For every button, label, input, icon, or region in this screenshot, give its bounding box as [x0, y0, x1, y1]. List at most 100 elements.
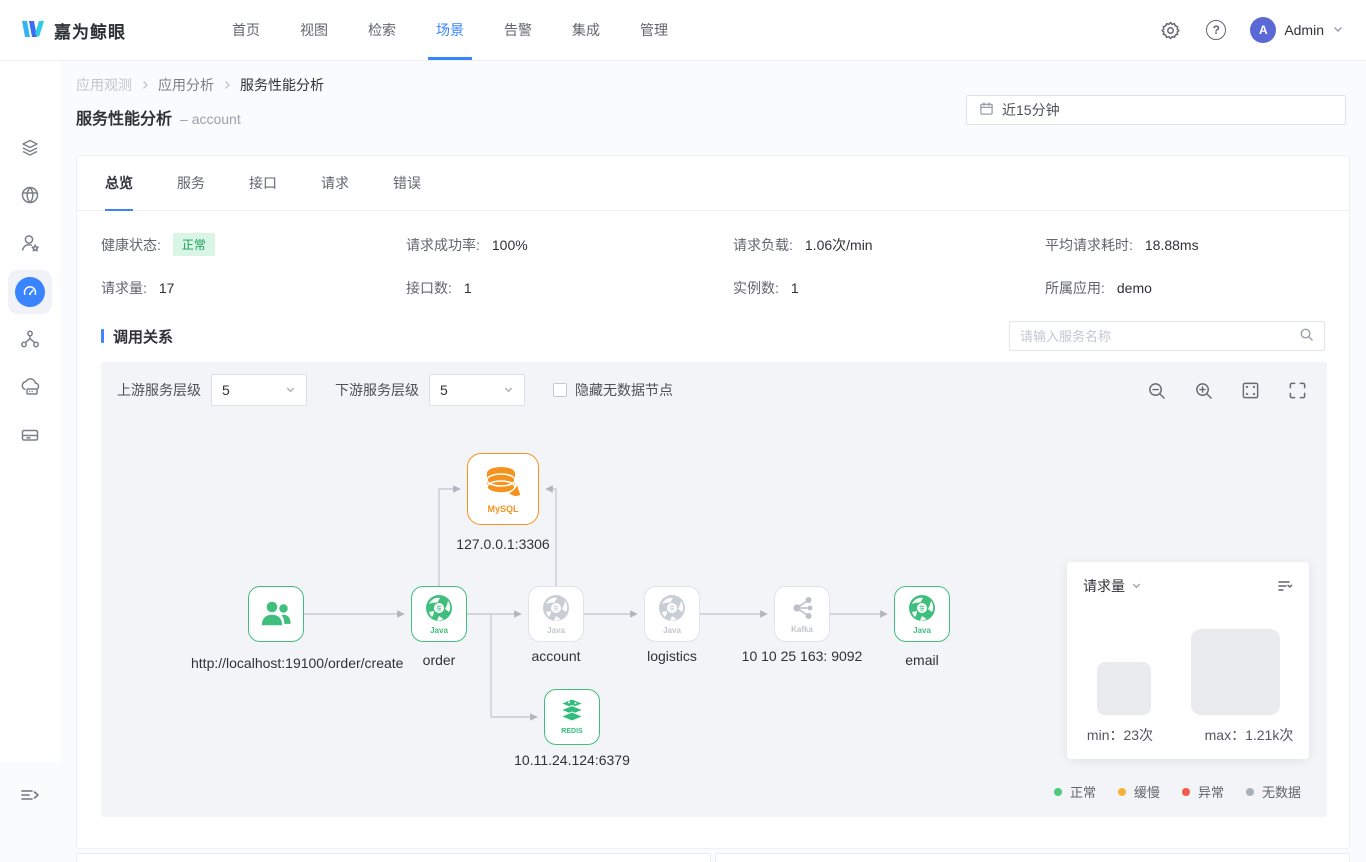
hide-nodata-label: 隐藏无数据节点 — [575, 380, 673, 400]
node-label-email: email — [905, 652, 938, 668]
legend-min-text: min：23次 — [1072, 725, 1168, 745]
logo-text: 嘉为鲸眼 — [54, 18, 126, 43]
bottom-right-card-stub — [715, 853, 1350, 862]
zoom-in-icon[interactable] — [1194, 381, 1213, 400]
legend-min-square — [1097, 662, 1151, 715]
page-subtitle: – account — [180, 111, 241, 127]
graph-node-email[interactable]: Java — [894, 586, 950, 642]
breadcrumb-item-analysis[interactable]: 应用分析 — [158, 75, 214, 95]
globe-icon — [19, 184, 41, 209]
fullscreen-icon[interactable] — [1288, 381, 1307, 400]
sidebar-item-globe[interactable] — [8, 174, 52, 218]
graph-node-mysql[interactable]: MySQL — [467, 453, 539, 525]
java-service-icon — [657, 593, 687, 626]
node-label-kafka: 10 10 25 163: 9092 — [742, 648, 863, 664]
upstream-depth-select[interactable]: 5 — [211, 374, 307, 406]
status-badge: 正常 — [173, 233, 215, 256]
avatar: A — [1250, 17, 1276, 43]
tab-endpoints[interactable]: 接口 — [249, 156, 277, 210]
graph-node-kafka[interactable]: Kafka — [774, 586, 830, 642]
node-label-account: account — [531, 648, 580, 664]
time-range-picker[interactable]: 近15分钟 — [966, 95, 1346, 125]
users-icon — [259, 598, 293, 631]
graph-node-order[interactable]: Java — [411, 586, 467, 642]
node-label-mysql: 127.0.0.1:3306 — [456, 536, 549, 552]
upstream-depth-label: 上游服务层级 — [117, 380, 201, 400]
nav-item-search[interactable]: 检索 — [354, 0, 410, 60]
graph-node-redis[interactable]: REDIS — [544, 689, 600, 745]
stat-load: 请求负载: 1.06次/min — [733, 233, 1045, 256]
tab-requests[interactable]: 请求 — [321, 156, 349, 210]
graph-controls: 上游服务层级 5 下游服务层级 5 隐藏无数据节点 — [117, 374, 1307, 406]
nodata-dot — [1246, 788, 1254, 796]
top-header: 嘉为鲸眼 首页 视图 检索 场景 告警 集成 管理 ? A Admin — [0, 0, 1366, 60]
legend-item-error: 异常 — [1182, 782, 1224, 801]
breadcrumb-separator-icon — [140, 77, 150, 93]
stat-health: 健康状态: 正常 — [101, 233, 406, 256]
status-legend: 正常 缓慢 异常 无数据 — [1054, 782, 1301, 801]
nav-item-alerts[interactable]: 告警 — [490, 0, 546, 60]
section-title: 调用关系 — [101, 326, 173, 347]
legend-item-normal: 正常 — [1054, 782, 1096, 801]
breadcrumb-item-current: 服务性能分析 — [240, 75, 324, 95]
search-icon[interactable] — [1299, 327, 1314, 345]
settings-gear-icon[interactable] — [1158, 18, 1182, 42]
stat-avg-latency: 平均请求耗时: 18.88ms — [1045, 233, 1325, 256]
sidebar-item-layers[interactable] — [8, 126, 52, 170]
sidebar-item-topology[interactable] — [8, 318, 52, 362]
redis-icon — [557, 698, 587, 727]
graph-node-entry[interactable] — [248, 586, 304, 642]
user-name: Admin — [1284, 22, 1324, 38]
nav-item-admin[interactable]: 管理 — [626, 0, 682, 60]
help-icon[interactable]: ? — [1204, 18, 1228, 42]
downstream-depth-select[interactable]: 5 — [429, 374, 525, 406]
legend-sort-icon[interactable] — [1277, 579, 1293, 593]
sidebar-collapse-button[interactable] — [18, 784, 42, 808]
fit-view-icon[interactable] — [1241, 381, 1260, 400]
error-dot — [1182, 788, 1190, 796]
call-graph-panel: 上游服务层级 5 下游服务层级 5 隐藏无数据节点 — [101, 362, 1327, 817]
user-menu[interactable]: A Admin — [1250, 17, 1344, 43]
host-icon — [19, 424, 41, 449]
node-label-logistics: logistics — [647, 648, 697, 664]
overview-card: 总览 服务 接口 请求 错误 健康状态: 正常 请求成功率: 100% 请求负载… — [76, 155, 1350, 849]
main-nav: 首页 视图 检索 场景 告警 集成 管理 — [212, 0, 688, 60]
nav-item-integration[interactable]: 集成 — [558, 0, 614, 60]
bottom-left-card-stub — [76, 853, 711, 862]
sidebar-item-user-star[interactable] — [8, 222, 52, 266]
breadcrumb-item-observe[interactable]: 应用观测 — [76, 75, 132, 95]
java-service-icon — [907, 593, 937, 626]
tab-overview[interactable]: 总览 — [105, 156, 133, 210]
breadcrumb-separator-icon — [222, 77, 232, 93]
node-label-redis: 10.11.24.124:6379 — [514, 752, 630, 768]
app-logo[interactable]: 嘉为鲸眼 — [20, 17, 126, 44]
chevron-down-icon — [285, 382, 296, 398]
page-title: 服务性能分析 — [76, 105, 172, 129]
tab-services[interactable]: 服务 — [177, 156, 205, 210]
chevron-down-icon — [1332, 22, 1344, 38]
graph-node-logistics[interactable]: Java — [644, 586, 700, 642]
nav-item-views[interactable]: 视图 — [286, 0, 342, 60]
topology-icon — [19, 328, 41, 353]
call-graph-section-header: 调用关系 — [101, 320, 1325, 352]
service-search-input[interactable] — [1020, 329, 1299, 344]
chevron-down-icon — [503, 382, 514, 398]
stat-application: 所属应用: demo — [1045, 278, 1325, 298]
tab-errors[interactable]: 错误 — [393, 156, 421, 210]
graph-node-account[interactable]: Java — [528, 586, 584, 642]
nav-item-scenes[interactable]: 场景 — [422, 0, 478, 60]
mysql-icon — [481, 465, 525, 504]
chevron-down-icon — [1131, 578, 1142, 594]
node-label-entry: http://localhost:19100/order/create — [191, 652, 361, 674]
legend-metric-dropdown[interactable]: 请求量 — [1083, 576, 1142, 596]
logo-mark-icon — [20, 17, 46, 44]
hide-nodata-checkbox[interactable] — [553, 383, 567, 397]
user-star-icon — [19, 232, 41, 257]
sidebar-item-host[interactable] — [8, 414, 52, 458]
normal-dot — [1054, 788, 1062, 796]
sidebar-item-dashboard[interactable] — [8, 270, 52, 314]
nav-item-home[interactable]: 首页 — [218, 0, 274, 60]
zoom-out-icon[interactable] — [1147, 381, 1166, 400]
sidebar-item-cloud[interactable] — [8, 366, 52, 410]
detail-tabs: 总览 服务 接口 请求 错误 — [77, 156, 1349, 211]
